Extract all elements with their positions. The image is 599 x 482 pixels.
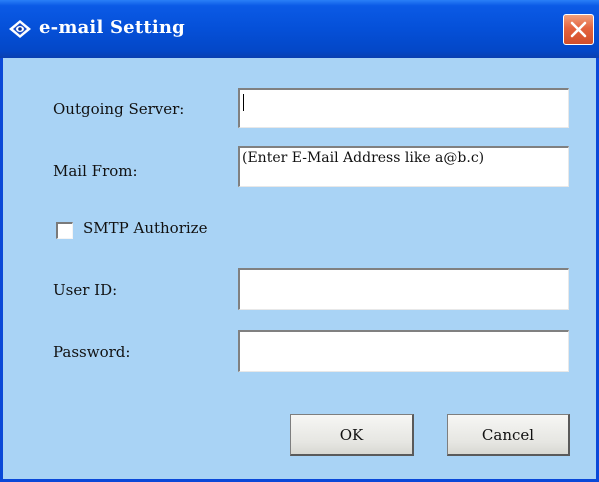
ok-button[interactable]: OK	[290, 414, 414, 456]
text-cursor	[243, 94, 244, 111]
user-id-label: User ID:	[53, 281, 118, 299]
window-title: e-mail Setting	[39, 17, 185, 38]
outgoing-server-label: Outgoing Server:	[53, 100, 185, 118]
mail-from-label: Mail From:	[53, 162, 138, 180]
password-label: Password:	[53, 343, 131, 361]
mail-from-input[interactable]: (Enter E-Mail Address like a@b.c)	[238, 146, 569, 187]
title-bar[interactable]: e-mail Setting	[0, 0, 599, 58]
smtp-authorize-checkbox[interactable]	[56, 222, 73, 239]
mail-from-value: (Enter E-Mail Address like a@b.c)	[242, 150, 485, 166]
eye-diamond-icon	[9, 20, 31, 38]
password-input[interactable]	[238, 330, 569, 372]
user-id-input[interactable]	[238, 268, 569, 310]
outgoing-server-input[interactable]	[238, 88, 569, 128]
smtp-authorize-label: SMTP Authorize	[83, 219, 208, 237]
close-button[interactable]	[563, 14, 594, 45]
email-setting-dialog: e-mail Setting Outgoing Server: Mail Fro…	[0, 0, 599, 482]
close-x-icon	[570, 21, 587, 38]
cancel-button[interactable]: Cancel	[447, 414, 570, 456]
